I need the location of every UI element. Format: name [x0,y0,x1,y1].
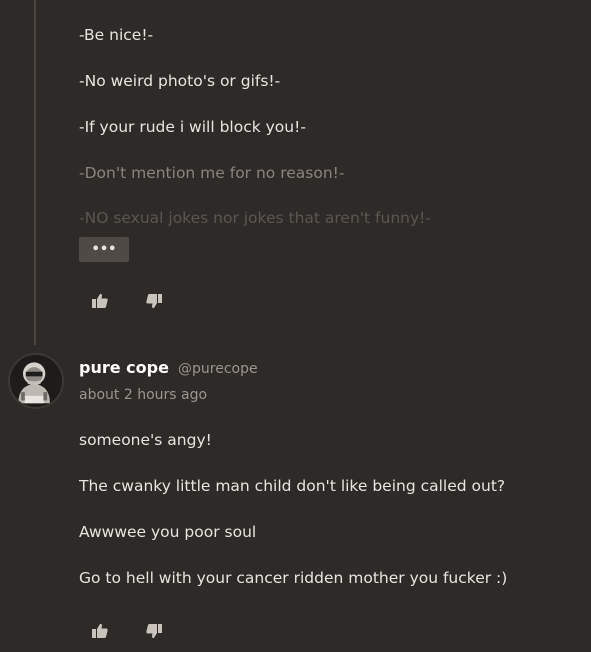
post-line-4: Go to hell with your cancer ridden mothe… [79,569,508,587]
author-row: pure cope @purecope [79,358,258,377]
author-name[interactable]: pure cope [79,358,169,377]
thumbs-down-icon[interactable] [145,622,163,640]
rule-line-1: -Be nice!- [79,26,154,44]
post-rules-actions [91,292,163,310]
rule-line-4: -Don't mention me for no reason!- [79,164,345,182]
thumbs-up-icon[interactable] [91,292,109,310]
post-line-2: The cwanky little man child don't like b… [79,477,506,495]
post-actions [91,622,163,640]
rule-line-3: -If your rude i will block you!- [79,118,306,136]
hooded-figure-avatar-icon [10,355,59,404]
thread-line [34,0,36,345]
author-handle[interactable]: @purecope [178,361,258,377]
thumbs-down-icon[interactable] [145,292,163,310]
rule-line-2: -No weird photo's or gifs!- [79,72,281,90]
expand-more-button[interactable]: ••• [79,237,129,262]
post-line-3: Awwwee you poor soul [79,523,257,541]
thumbs-up-icon[interactable] [91,622,109,640]
post-timestamp: about 2 hours ago [79,387,208,403]
rule-line-5: -NO sexual jokes nor jokes that aren't f… [79,209,431,227]
post-line-1: someone's angy! [79,431,212,449]
avatar[interactable] [8,353,64,409]
